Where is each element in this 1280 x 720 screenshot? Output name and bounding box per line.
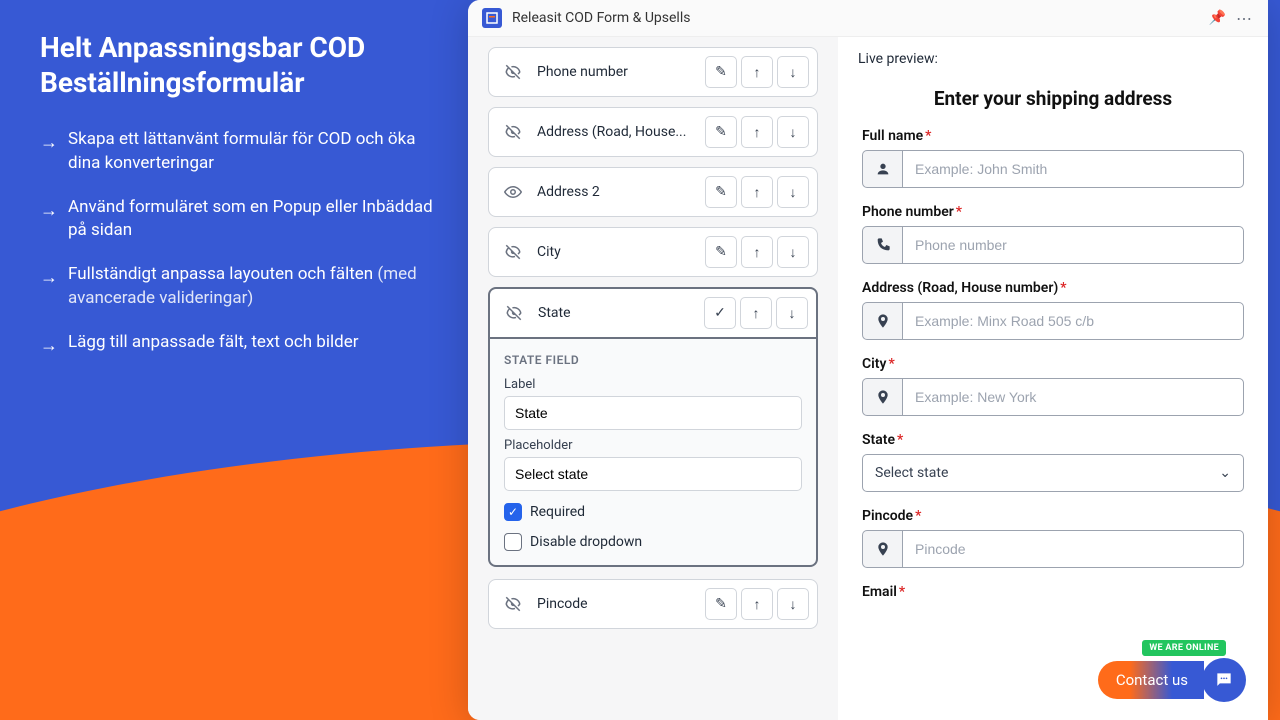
move-up-button[interactable]: ↑ [741,588,773,620]
visibility-hidden-icon[interactable] [498,297,530,329]
move-up-button[interactable]: ↑ [741,116,773,148]
field-row-phone[interactable]: Phone number ✎ ↑ ↓ [488,47,818,97]
edit-button[interactable]: ✎ [705,176,737,208]
move-down-button[interactable]: ↓ [777,176,809,208]
email-label: Email* [862,584,1244,600]
visibility-hidden-icon[interactable] [497,588,529,620]
confirm-button[interactable]: ✓ [704,297,736,329]
edit-button[interactable]: ✎ [705,236,737,268]
location-icon [862,302,902,340]
placeholder-caption: Placeholder [504,438,802,453]
move-down-button[interactable]: ↓ [777,236,809,268]
move-up-button[interactable]: ↑ [740,297,772,329]
pincode-input[interactable] [902,530,1244,568]
phone-icon [862,226,902,264]
address-label: Address (Road, House number)* [862,280,1244,296]
app-header: Releasit COD Form & Upsells 📌 ⋯ [468,0,1268,37]
required-label: Required [530,504,585,520]
feature-item: → Använd formuläret som en Popup eller I… [40,196,440,244]
person-icon [862,150,902,188]
feature-item: → Skapa ett lättanvänt formulär för COD … [40,128,440,176]
state-select[interactable]: Select state ⌄ [862,454,1244,492]
visibility-hidden-icon[interactable] [497,236,529,268]
placeholder-input[interactable] [504,457,802,491]
move-down-button[interactable]: ↓ [777,116,809,148]
feature-item: → Fullständigt anpassa layouten och fält… [40,263,440,311]
visibility-hidden-icon[interactable] [497,116,529,148]
app-window: Releasit COD Form & Upsells 📌 ⋯ Phone nu… [468,0,1268,720]
arrow-right-icon: → [40,333,58,358]
app-logo-icon [482,8,502,28]
more-menu-icon[interactable]: ⋯ [1236,9,1254,28]
city-label: City* [862,356,1244,372]
details-section-title: STATE FIELD [504,353,802,367]
phone-input[interactable] [902,226,1244,264]
preview-title: Live preview: [858,51,1248,67]
fullname-input[interactable] [902,150,1244,188]
move-down-button[interactable]: ↓ [777,588,809,620]
phone-label: Phone number* [862,204,1244,220]
preview-form: Enter your shipping address Full name* P… [858,77,1248,616]
pin-icon[interactable]: 📌 [1209,10,1226,26]
chevron-down-icon: ⌄ [1219,465,1231,481]
contact-widget[interactable]: WE ARE ONLINE Contact us [1098,658,1246,702]
field-row-pincode[interactable]: Pincode ✎ ↑ ↓ [488,579,818,629]
edit-button[interactable]: ✎ [705,56,737,88]
address-input[interactable] [902,302,1244,340]
move-up-button[interactable]: ↑ [741,176,773,208]
contact-pill[interactable]: Contact us [1098,661,1204,699]
move-up-button[interactable]: ↑ [741,236,773,268]
live-preview-panel: Live preview: Enter your shipping addres… [838,37,1268,720]
chat-bubble-icon[interactable] [1202,658,1246,702]
visibility-hidden-icon[interactable] [497,56,529,88]
move-up-button[interactable]: ↑ [741,56,773,88]
location-icon [862,530,902,568]
marketing-headline: Helt Anpassningsbar COD Beställningsform… [40,30,440,100]
visibility-visible-icon[interactable] [497,176,529,208]
marketing-panel: Helt Anpassningsbar COD Beställningsform… [40,30,440,378]
preview-heading: Enter your shipping address [862,87,1244,110]
online-badge: WE ARE ONLINE [1142,640,1226,656]
fullname-label: Full name* [862,128,1244,144]
disable-dropdown-label: Disable dropdown [530,534,642,550]
move-down-button[interactable]: ↓ [776,297,808,329]
location-icon [862,378,902,416]
arrow-right-icon: → [40,198,58,223]
required-checkbox[interactable]: ✓ [504,503,522,521]
field-row-address[interactable]: Address (Road, House... ✎ ↑ ↓ [488,107,818,157]
city-input[interactable] [902,378,1244,416]
field-details-panel: STATE FIELD Label Placeholder ✓ Required… [488,339,818,567]
arrow-right-icon: → [40,130,58,155]
label-caption: Label [504,377,802,392]
move-down-button[interactable]: ↓ [777,56,809,88]
arrow-right-icon: → [40,265,58,290]
edit-button[interactable]: ✎ [705,116,737,148]
field-row-state[interactable]: State ✓ ↑ ↓ [488,287,818,339]
pincode-label: Pincode* [862,508,1244,524]
edit-button[interactable]: ✎ [705,588,737,620]
feature-item: → Lägg till anpassade fält, text och bil… [40,331,440,358]
disable-dropdown-checkbox[interactable] [504,533,522,551]
app-title: Releasit COD Form & Upsells [512,10,1199,26]
field-row-address2[interactable]: Address 2 ✎ ↑ ↓ [488,167,818,217]
form-builder-panel: Phone number ✎ ↑ ↓ Address (Road, House.… [468,37,838,720]
field-row-city[interactable]: City ✎ ↑ ↓ [488,227,818,277]
label-input[interactable] [504,396,802,430]
state-label: State* [862,432,1244,448]
